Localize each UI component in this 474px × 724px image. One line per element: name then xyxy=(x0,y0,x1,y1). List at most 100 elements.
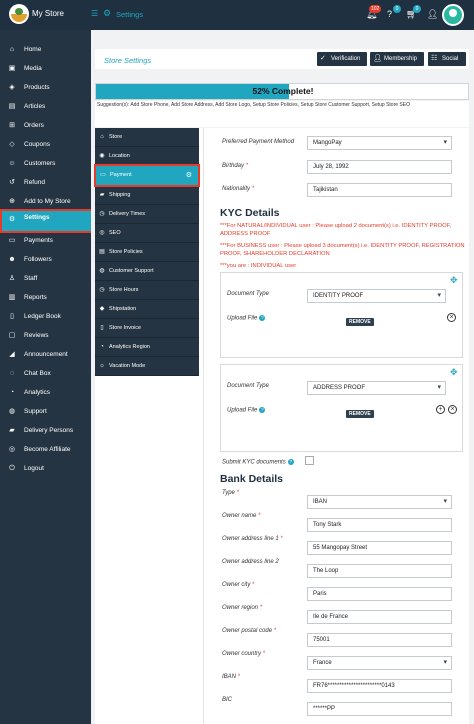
submit-kyc-label: Submit KYC documents? xyxy=(222,459,294,466)
sidebar-item-payments[interactable]: ▭ Payments xyxy=(0,232,91,250)
top-bar: My Store ☰ ⚙ Settings 🔔︎ 102 ? 0 🛒︎ 0 👤︎ xyxy=(0,0,474,30)
sidebar-item-refund[interactable]: ↺ Refund xyxy=(0,174,91,192)
profile-progress-bar: 52% Complete! xyxy=(95,83,469,100)
sidebar-item-ledger-book[interactable]: ▯ Ledger Book xyxy=(0,308,91,326)
verification-icon: ✓ xyxy=(320,55,326,62)
membership-button[interactable]: 👤︎ Membership xyxy=(370,52,424,66)
remove-button[interactable]: REMOVE xyxy=(346,410,374,418)
settings-tab-shipping[interactable]: ▰ Shipping xyxy=(95,186,199,205)
settings-tab-label: Shipstation xyxy=(109,306,137,312)
settings-tab-label: Store Invoice xyxy=(109,325,142,331)
clock-icon: ◷ xyxy=(99,211,105,217)
social-button[interactable]: ☷ Social xyxy=(428,52,466,66)
settings-tab-store[interactable]: ⌂ Store xyxy=(95,128,199,147)
close-icon[interactable]: × xyxy=(448,405,457,414)
sidebar-item-analytics[interactable]: ◔ Analytics xyxy=(0,384,91,402)
document-type-select[interactable]: IDENTITY PROOF xyxy=(307,289,446,303)
move-icon[interactable]: ✥ xyxy=(450,367,458,378)
bank-field-owner-city[interactable]: Paris xyxy=(307,587,452,601)
sidebar-item-reviews[interactable]: ▢ Reviews xyxy=(0,327,91,345)
bank-field-owner-country[interactable]: France xyxy=(307,656,452,670)
gear-icon: ⚙ xyxy=(185,172,192,179)
bank-field-label: Owner address line 1 * xyxy=(222,536,283,542)
document-type-select[interactable]: ADDRESS PROOF xyxy=(307,381,446,395)
move-icon[interactable]: ✥ xyxy=(450,275,458,286)
sidebar-item-label: Announcement xyxy=(24,351,68,358)
invoice-icon: ▯ xyxy=(100,325,104,331)
settings-tab-analytics-region[interactable]: ◔ Analytics Region xyxy=(95,338,199,357)
bank-field-owner-name[interactable]: Tony Stark xyxy=(307,518,452,532)
sidebar-item-label: Become Affiliate xyxy=(24,446,71,453)
support-icon: ◍ xyxy=(8,408,16,415)
sidebar-item-media[interactable]: ▣ Media xyxy=(0,60,91,78)
help-icon[interactable]: ? xyxy=(259,407,266,413)
sidebar-item-support[interactable]: ◍ Support xyxy=(0,403,91,421)
payment-icon: ▭ xyxy=(100,172,106,178)
ship-icon: ◆ xyxy=(99,306,105,312)
sidebar-item-announcement[interactable]: ◢ Announcement xyxy=(0,346,91,364)
settings-tab-store-invoice[interactable]: ▯ Store Invoice xyxy=(95,319,199,338)
store-logo[interactable] xyxy=(9,4,29,24)
sidebar-item-delivery-persons[interactable]: ▰ Delivery Persons xyxy=(0,422,91,440)
settings-tab-label: Store Policies xyxy=(109,249,143,255)
sidebar-item-chat-box[interactable]: ◌ Chat Box xyxy=(0,365,91,383)
sidebar-item-products[interactable]: ◈ Products xyxy=(0,79,91,97)
settings-tab-payment[interactable]: ▭ Payment ⚙ xyxy=(94,164,200,187)
articles-icon: ▤ xyxy=(8,103,16,110)
remove-button[interactable]: REMOVE xyxy=(346,318,374,326)
sidebar-item-staff[interactable]: ♙ Staff xyxy=(0,270,91,288)
bank-field-type[interactable]: IBAN xyxy=(307,495,452,509)
preferred-payment-select[interactable]: MangoPay xyxy=(307,136,452,150)
settings-tab-store-policies[interactable]: ▤ Store Policies xyxy=(95,243,199,262)
sidebar-item-label: Logout xyxy=(24,465,44,472)
settings-tab-seo[interactable]: ◎ SEO xyxy=(95,224,199,243)
nationality-field[interactable]: Tajikistan xyxy=(307,183,452,197)
kyc-note-user-type: ***you are : INDIVIDUAL user xyxy=(220,263,297,269)
settings-cogs-icon: ⚙ xyxy=(103,8,112,18)
sidebar-item-logout[interactable]: ⏻ Logout xyxy=(0,460,91,478)
sidebar-item-home[interactable]: ⌂ Home xyxy=(0,41,91,59)
help-icon[interactable]: ? xyxy=(259,315,266,321)
settings-tab-label: SEO xyxy=(109,230,121,236)
user-icon[interactable]: 👤︎ xyxy=(427,9,438,20)
sidebar-item-reports[interactable]: ▥ Reports xyxy=(0,289,91,307)
settings-tab-shipstation[interactable]: ◆ Shipstation xyxy=(95,300,199,319)
bank-field-label: Type * xyxy=(222,490,239,496)
sidebar-item-customers[interactable]: ☺ Customers xyxy=(0,155,91,173)
settings-tab-vacation-mode[interactable]: ☼ Vacation Mode xyxy=(95,357,199,376)
help-icon[interactable]: ? xyxy=(287,459,294,465)
sidebar-item-orders[interactable]: ⊞ Orders xyxy=(0,117,91,135)
sidebar-item-label: Analytics xyxy=(24,389,51,396)
submit-kyc-checkbox[interactable] xyxy=(305,456,314,465)
kyc-note-natural: ***For NATURAL/INDIVIDUAL user : Please … xyxy=(220,223,452,237)
sidebar-item-settings[interactable]: ⚙ Settings xyxy=(0,209,94,233)
settings-tab-delivery-times[interactable]: ◷ Delivery Times xyxy=(95,205,199,224)
bank-field-owner-region[interactable]: Ile de France xyxy=(307,610,452,624)
sidebar-item-articles[interactable]: ▤ Articles xyxy=(0,98,91,116)
page-title: Store Settings xyxy=(104,56,152,65)
sidebar-item-label: Delivery Persons xyxy=(24,427,74,434)
menu-toggle-icon[interactable]: ☰ xyxy=(91,9,98,18)
bank-field-owner-address-line-1[interactable]: 55 Mangopay Street xyxy=(307,541,452,555)
settings-tab-customer-support[interactable]: ◍ Customer Support xyxy=(95,262,199,281)
home-icon: ⌂ xyxy=(9,46,15,53)
bank-field-owner-address-line-2[interactable]: The Loop xyxy=(307,564,452,578)
bank-field-bic[interactable]: ******PP xyxy=(307,702,452,716)
document-type-label: Document Type xyxy=(227,291,269,297)
store-icon: ⌂ xyxy=(100,134,104,140)
sidebar-item-followers[interactable]: ☻ Followers xyxy=(0,251,91,269)
sidebar-item-coupons[interactable]: ◇ Coupons xyxy=(0,136,91,154)
avatar[interactable] xyxy=(442,4,464,26)
add-icon[interactable]: + xyxy=(436,405,445,414)
store-name[interactable]: My Store xyxy=(32,9,64,18)
settings-tab-store-hours[interactable]: ◷ Store Hours xyxy=(95,281,199,300)
sidebar-item-label: Refund xyxy=(24,179,45,186)
birthday-field[interactable]: July 28, 1992 xyxy=(307,160,452,174)
bank-field-owner-postal-code[interactable]: 75001 xyxy=(307,633,452,647)
help-icon[interactable]: ? xyxy=(387,9,392,19)
suggestions-text: Suggestion(s): Add Store Phone, Add Stor… xyxy=(95,101,469,127)
sidebar-item-become-affiliate[interactable]: ◎ Become Affiliate xyxy=(0,441,91,459)
verification-button[interactable]: ✓ Verification xyxy=(317,52,367,66)
bank-field-iban[interactable]: FR76***********************0143 xyxy=(307,679,452,693)
close-icon[interactable]: × xyxy=(447,313,456,322)
